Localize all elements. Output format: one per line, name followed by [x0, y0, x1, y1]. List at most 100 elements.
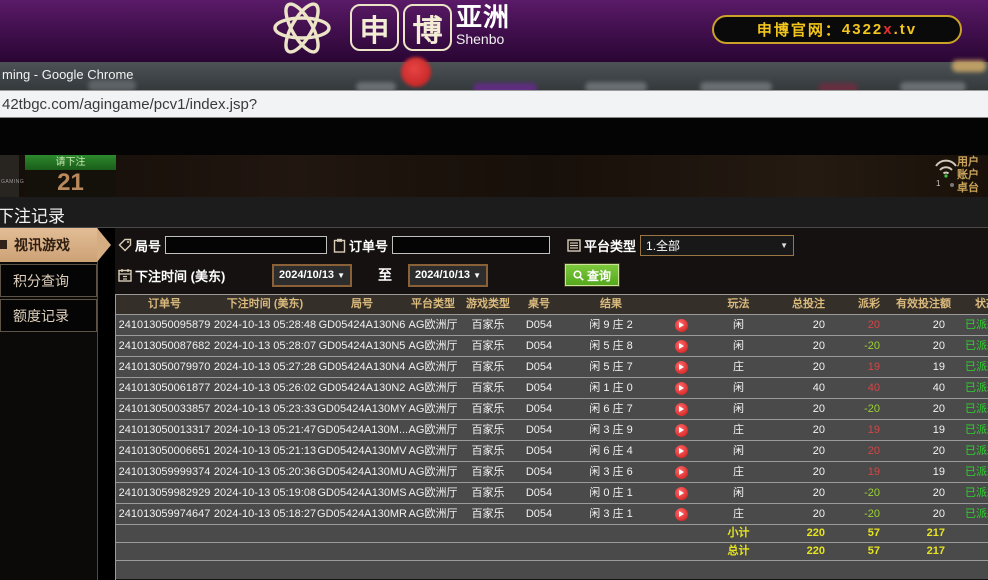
- cell-replay: [661, 483, 701, 503]
- cell-total-bet: 20: [776, 483, 841, 503]
- sidebar-item-points-query[interactable]: 积分查询: [0, 264, 97, 297]
- logo-wordmark: 亚洲 Shenbo: [456, 2, 510, 47]
- address-bar[interactable]: 42tbgc.com/agingame/pcv1/index.jsp?: [0, 90, 988, 118]
- table-row: 241013050095879 2024-10-13 05:28:48 GD05…: [116, 315, 988, 336]
- cell-valid-bet: 20: [896, 315, 961, 335]
- col-play: 玩法: [701, 295, 776, 314]
- divider-strip: [0, 118, 988, 155]
- cell-round: GD05424A130N4: [317, 357, 407, 377]
- cell-valid-bet: 19: [896, 420, 961, 440]
- cell-total-bet: 20: [776, 420, 841, 440]
- table-row: 241013050061877 2024-10-13 05:26:02 GD05…: [116, 378, 988, 399]
- cell-result: 闲 6 庄 7: [561, 399, 661, 419]
- cell-total-bet: 40: [776, 378, 841, 398]
- date-to-button[interactable]: 2024/10/13 ▼: [408, 264, 488, 287]
- cell-valid-bet: 19: [896, 462, 961, 482]
- table-row: 241013050079970 2024-10-13 05:27:28 GD05…: [116, 357, 988, 378]
- cell-play: 闲: [701, 336, 776, 356]
- cell-result: 闲 6 庄 4: [561, 441, 661, 461]
- cell-valid-bet: 20: [896, 336, 961, 356]
- cell-total-bet: 20: [776, 336, 841, 356]
- round-input[interactable]: [165, 236, 327, 254]
- play-icon[interactable]: [675, 319, 688, 332]
- cell-bet-time: 2024-10-13 05:21:47: [213, 420, 317, 440]
- cell-payout: -20: [841, 504, 896, 524]
- bet-prompt: 请下注: [25, 155, 116, 170]
- total-row: 总计 220 57 217: [116, 543, 988, 561]
- cell-game-type: 百家乐: [459, 357, 517, 377]
- list-icon: [567, 239, 581, 252]
- cell-platform: AG欧洲厅: [407, 315, 459, 335]
- cell-status: 已派彩: [961, 399, 988, 419]
- col-total-bet: 总投注: [776, 295, 841, 314]
- cell-result: 闲 5 庄 8: [561, 336, 661, 356]
- cell-round: GD05424A130MV: [317, 441, 407, 461]
- order-input[interactable]: [392, 236, 550, 254]
- play-icon[interactable]: [675, 340, 688, 353]
- platform-select-value: 1.全部: [646, 237, 680, 254]
- cell-game-type: 百家乐: [459, 315, 517, 335]
- bet-records-table: 订单号 下注时间 (美东) 局号 平台类型 游戏类型 桌号 结果 玩法 总投注 …: [115, 294, 988, 580]
- to-label: 至: [378, 265, 392, 285]
- table-row: 241013050013317 2024-10-13 05:21:47 GD05…: [116, 420, 988, 441]
- cell-total-bet: 20: [776, 357, 841, 377]
- col-status: 状态: [961, 295, 988, 314]
- cell-round: GD05424A130M...: [317, 420, 407, 440]
- play-icon[interactable]: [675, 424, 688, 437]
- cell-status: 已派彩: [961, 336, 988, 356]
- cell-bet-time: 2024-10-13 05:26:02: [213, 378, 317, 398]
- col-platform: 平台类型: [407, 295, 459, 314]
- screen: 申 博 亚洲 Shenbo 申博官网： 4322 x .tv ming - Go…: [0, 0, 988, 580]
- cell-round: GD05424A130MS: [317, 483, 407, 503]
- cell-table-no: D054: [517, 315, 561, 335]
- play-icon[interactable]: [675, 382, 688, 395]
- site-number: 4322: [842, 21, 883, 38]
- cell-platform: AG欧洲厅: [407, 336, 459, 356]
- order-filter-label: 订单号: [349, 236, 388, 255]
- cell-platform: AG欧洲厅: [407, 357, 459, 377]
- sidebar-item-label: 额度记录: [13, 306, 69, 326]
- sidebar-item-credit-records[interactable]: 额度记录: [0, 299, 97, 332]
- subtotal-row: 小计 220 57 217: [116, 525, 988, 543]
- cell-play: 庄: [701, 462, 776, 482]
- col-order-id: 订单号: [116, 295, 213, 314]
- cell-table-no: D054: [517, 336, 561, 356]
- calendar-icon: [118, 268, 132, 282]
- platform-select[interactable]: 1.全部 ▼: [640, 235, 794, 256]
- play-icon[interactable]: [675, 508, 688, 521]
- play-icon[interactable]: [675, 487, 688, 500]
- cell-valid-bet: 20: [896, 483, 961, 503]
- cell-table-no: D054: [517, 399, 561, 419]
- cell-replay: [661, 315, 701, 335]
- search-button[interactable]: 查询: [565, 264, 619, 286]
- cell-order-id: 241013059999374: [116, 462, 213, 482]
- cell-bet-time: 2024-10-13 05:18:27: [213, 504, 317, 524]
- play-icon[interactable]: [675, 445, 688, 458]
- table-header-row: 订单号 下注时间 (美东) 局号 平台类型 游戏类型 桌号 结果 玩法 总投注 …: [116, 295, 988, 315]
- cell-payout: -20: [841, 399, 896, 419]
- cell-valid-bet: 19: [896, 357, 961, 377]
- total-payout: 57: [841, 543, 896, 560]
- date-to-value: 2024/10/13: [415, 269, 470, 281]
- sidebar-item-video-games[interactable]: 视讯游戏: [0, 228, 97, 262]
- cell-order-id: 241013050033857: [116, 399, 213, 419]
- cell-valid-bet: 40: [896, 378, 961, 398]
- search-button-label: 查询: [587, 267, 611, 284]
- play-icon[interactable]: [675, 403, 688, 416]
- cell-table-no: D054: [517, 441, 561, 461]
- cell-play: 闲: [701, 378, 776, 398]
- cell-replay: [661, 357, 701, 377]
- wifi-icon: [933, 157, 959, 178]
- play-icon[interactable]: [675, 466, 688, 479]
- cell-play: 闲: [701, 483, 776, 503]
- countdown-value: 21: [25, 170, 116, 197]
- official-site-link[interactable]: 申博官网： 4322 x .tv: [712, 15, 962, 44]
- date-from-button[interactable]: 2024/10/13 ▼: [272, 264, 352, 287]
- records-titlebar: 下注记录: [0, 197, 988, 228]
- cell-status: 已派彩: [961, 378, 988, 398]
- cell-table-no: D054: [517, 504, 561, 524]
- cell-total-bet: 20: [776, 399, 841, 419]
- play-icon[interactable]: [675, 361, 688, 374]
- gaming-label: GAMING: [1, 179, 24, 185]
- col-table-no: 桌号: [517, 295, 561, 314]
